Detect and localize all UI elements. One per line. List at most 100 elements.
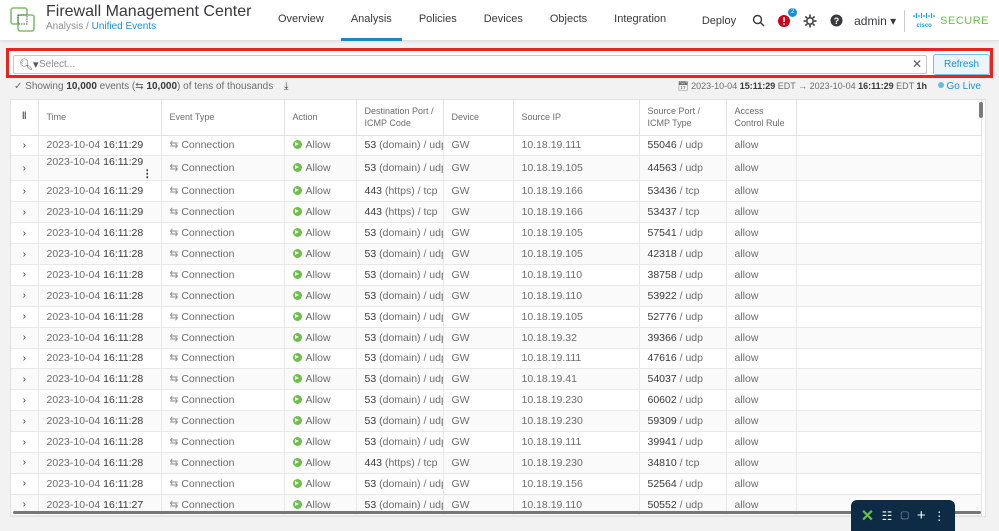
cell-event-type: ⇆ Connection [161,452,285,474]
expand-row-icon[interactable]: › [11,410,39,433]
cell-source-port: 53437 / tcp [639,201,727,224]
column-header-access-control-rule[interactable]: Access Control Rule [726,100,797,136]
cell-source-ip: 10.18.19.230 [513,410,640,433]
connection-icon: ⇆ [169,227,179,240]
search-dropdown-icon[interactable]: 🔍︎▾ [19,58,39,71]
cell-destination-port: 53 (domain) / udp [356,327,444,349]
cell-time: 2023-10-04 16:11:28 [38,243,162,265]
cell-time: 2023-10-04 16:11:28 [38,452,162,474]
allow-icon [292,163,302,173]
nav-analysis[interactable]: Analysis [340,0,402,41]
expand-row-icon[interactable]: › [11,431,39,453]
apps-grid-icon[interactable]: ☷ [882,509,893,523]
user-menu[interactable]: admin ▾ [854,14,896,28]
table-row[interactable]: › 2023-10-04 16:11:28 ⇆ Connection Allow 53 (… [11,222,982,245]
cell-empty [796,431,982,453]
cell-device: GW [443,306,514,328]
cell-time: 2023-10-04 16:11:29 [38,180,162,203]
gear-icon[interactable] [802,13,818,29]
connection-icon: ⇆ [169,162,179,175]
table-row[interactable]: › 2023-10-04 16:11:28 ⇆ Connection Allow 443 … [11,452,982,474]
cell-action: Allow [284,327,357,349]
column-header-event-type[interactable]: Event Type [161,100,285,136]
time-range[interactable]: 📅︎ 2023-10-04 15:11:29 EDT → 2023-10-04 … [677,81,981,92]
cell-source-port: 52776 / udp [639,306,727,328]
nav-overview[interactable]: Overview [268,0,334,41]
cell-action: Allow [284,410,357,433]
table-row[interactable]: › 2023-10-04 16:11:28 ⇆ Connection Allow 53 (… [11,368,982,391]
more-icon[interactable]: ⋮ [933,509,945,523]
window-search-icon[interactable]: ▢ [900,510,909,521]
column-header-action[interactable]: Action [284,100,357,136]
nav-integration[interactable]: Integration [604,0,676,41]
table-row[interactable]: › 2023-10-04 16:11:29 ⇆ Connection Allow 443 … [11,201,982,224]
expand-row-icon[interactable]: › [11,368,39,391]
cell-device: GW [443,180,514,203]
table-row[interactable]: › 2023-10-04 16:11:28 ⇆ Connection Allow 53 (… [11,389,982,412]
notification-count-badge: 2 [788,7,798,17]
cell-empty [796,135,982,157]
table-row[interactable]: › 2023-10-04 16:11:28 ⇆ Connection Allow 53 (… [11,348,982,370]
column-header-device[interactable]: Device [443,100,514,136]
clear-icon[interactable]: ✕ [912,57,922,71]
column-header-destination-port[interactable]: Destination Port / ICMP Code [356,100,444,136]
column-header-empty [796,100,982,136]
column-header-source-port[interactable]: Source Port / ICMP Type [639,100,727,136]
table-row[interactable]: › 2023-10-04 16:11:28 ⇆ Connection Allow 53 (… [11,243,982,265]
horizontal-scrollbar[interactable] [13,511,981,514]
table-row[interactable]: › 2023-10-04 16:11:28 ⇆ Connection Allow 53 (… [11,410,982,433]
table-row[interactable]: › 2023-10-04 16:11:28 ⇆ Connection Allow 53 (… [11,264,982,286]
nav-objects[interactable]: Objects [540,0,597,41]
go-live-button[interactable]: Go Live [937,81,981,92]
table-row[interactable]: › 2023-10-04 16:11:28 ⇆ Connection Allow 53 (… [11,285,982,307]
breadcrumb-parent[interactable]: Analysis [46,21,83,32]
column-header-time[interactable]: Time [38,100,162,136]
cell-time: 2023-10-04 16:11:28 [38,306,162,328]
expand-row-icon[interactable]: › [11,243,39,265]
table-row[interactable]: › 2023-10-04 16:11:28 ⇆ Connection Allow 53 (… [11,473,982,495]
vertical-scrollbar[interactable] [979,102,983,118]
expand-row-icon[interactable]: › [11,180,39,203]
expand-row-icon[interactable]: › [11,327,39,349]
expand-row-icon[interactable]: › [11,285,39,307]
expand-row-icon[interactable]: › [11,348,39,370]
column-picker-icon[interactable]: Ⅱ [11,100,39,136]
filter-input[interactable] [39,57,899,72]
refresh-button[interactable]: Refresh [933,54,990,75]
expand-row-icon[interactable]: › [11,135,39,157]
cell-time: 2023-10-04 16:11:28 [38,410,162,433]
table-row[interactable]: › 2023-10-04 16:11:29 ⋮ ⇆ Connection Allow 53 … [11,155,982,182]
table-row[interactable]: › 2023-10-04 16:11:28 ⇆ Connection Allow 53 (… [11,431,982,453]
search-icon[interactable] [750,13,766,29]
expand-row-icon[interactable]: › [11,201,39,224]
expand-row-icon[interactable]: › [11,155,39,182]
cell-destination-port: 53 (domain) / udp [356,473,444,495]
cell-event-type: ⇆ Connection [161,410,285,433]
event-filter-search[interactable]: 🔍︎▾ ✕ [13,55,927,74]
table-row[interactable]: › 2023-10-04 16:11:28 ⇆ Connection Allow 53 (… [11,306,982,328]
download-icon[interactable]: ⤓ [284,81,288,92]
notifications-icon[interactable]: 2 [776,7,798,29]
deploy-button[interactable]: Deploy [702,15,736,27]
row-menu-icon[interactable]: ⋮ [142,168,153,180]
breadcrumb-current[interactable]: Unified Events [92,21,156,32]
allow-icon [292,374,302,384]
expand-row-icon[interactable]: › [11,473,39,495]
cell-access-control-rule: allow [726,180,797,203]
expand-row-icon[interactable]: › [11,264,39,286]
cell-source-port: 44563 / udp [639,155,727,182]
table-row[interactable]: › 2023-10-04 16:11:28 ⇆ Connection Allow 53 (… [11,327,982,349]
table-row[interactable]: › 2023-10-04 16:11:29 ⇆ Connection Allow 53 (… [11,135,982,157]
expand-row-icon[interactable]: › [11,222,39,245]
cell-source-ip: 10.18.19.110 [513,285,640,307]
help-icon[interactable]: ? [828,13,844,29]
plus-icon[interactable]: + [917,507,926,524]
expand-row-icon[interactable]: › [11,389,39,412]
nav-policies[interactable]: Policies [409,0,467,41]
expand-row-icon[interactable]: › [11,452,39,474]
table-row[interactable]: › 2023-10-04 16:11:29 ⇆ Connection Allow 443 … [11,180,982,203]
column-header-source-ip[interactable]: Source IP [513,100,640,136]
expand-row-icon[interactable]: › [11,306,39,328]
nav-devices[interactable]: Devices [474,0,533,41]
close-x-icon[interactable]: ✕ [861,506,874,526]
